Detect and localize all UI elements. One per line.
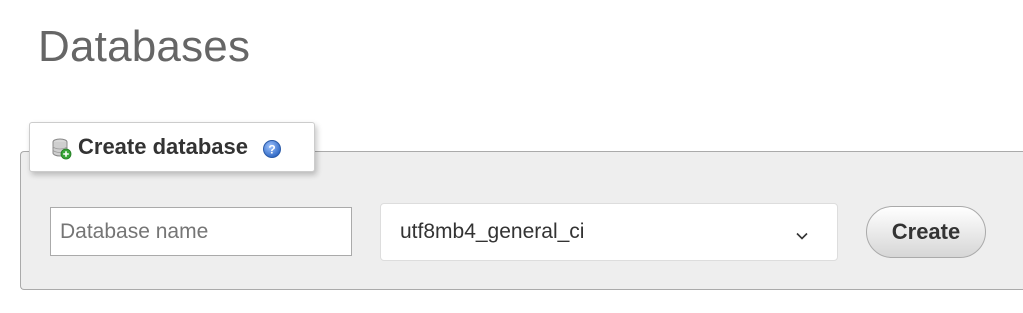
page-title: Databases [38, 22, 251, 71]
create-database-label: Create database [78, 134, 248, 159]
database-add-icon [52, 138, 72, 160]
create-button[interactable]: Create [866, 206, 986, 258]
create-database-legend: Create database ? [29, 122, 315, 172]
database-name-input[interactable] [50, 207, 352, 256]
collation-select[interactable]: utf8mb4_general_ci [380, 203, 838, 261]
help-icon[interactable]: ? [262, 139, 282, 159]
svg-text:?: ? [268, 143, 275, 157]
chevron-down-icon [795, 225, 809, 240]
collation-selected-value: utf8mb4_general_ci [400, 220, 585, 243]
